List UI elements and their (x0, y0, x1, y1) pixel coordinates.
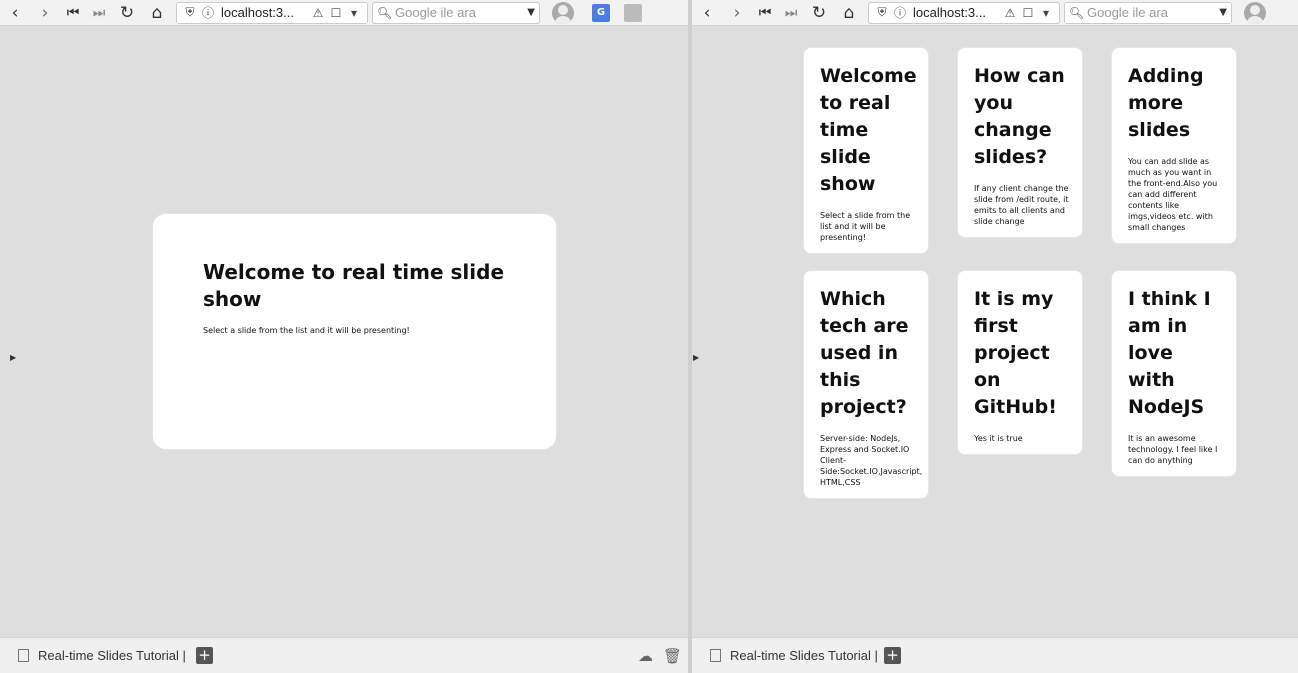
search-box[interactable]: 🔍︎ Google ile ara ▼ (1064, 1, 1232, 24)
slide-title: Welcome to real time slide show (203, 260, 505, 311)
first-page-icon[interactable]: ⏮ (60, 2, 86, 24)
page-content: ▶ Welcome to real time slide show Select… (692, 27, 1298, 637)
slide-card-text: It is an awesome technology. I feel like… (1128, 434, 1218, 465)
search-icon: 🔍︎ (1069, 5, 1085, 20)
search-input[interactable]: Google ile ara (395, 5, 527, 20)
slide-card-text: Select a slide from the list and it will… (820, 211, 911, 242)
bookmark-icon[interactable]: ☐ (327, 6, 345, 20)
left-browser-pane: ‹ › ⏮ ⏭ ↻ ⌂ ⛨ ⓘ localhost:3... ⚠ ☐ ▾ 🔍︎ … (0, 0, 688, 673)
tab-bar: Real-time Slides Tutorial | S + ☁ 🗑︎ (0, 637, 688, 673)
trash-icon[interactable]: 🗑︎ (663, 647, 682, 665)
slide-card-title: Which tech are used in this project? (820, 288, 909, 418)
document-icon (18, 649, 29, 662)
search-icon: 🔍︎ (377, 5, 393, 20)
warning-icon: ⚠ (1004, 5, 1016, 20)
search-box[interactable]: 🔍︎ Google ile ara ▼ (372, 1, 540, 24)
extension-icon[interactable] (624, 3, 642, 22)
reload-icon[interactable]: ↻ (804, 2, 834, 24)
add-tab-icon[interactable]: + (884, 647, 901, 664)
slide-card-text: If any client change the slide from /edi… (974, 184, 1069, 226)
url-text[interactable]: localhost:3... (909, 5, 1001, 20)
split-screen-window: ‹ › ⏮ ⏭ ↻ ⌂ ⛨ ⓘ localhost:3... ⚠ ☐ ▾ 🔍︎ … (0, 0, 1298, 673)
page-content: ▶ Welcome to real time slide show Select… (0, 27, 688, 637)
home-icon[interactable]: ⌂ (834, 2, 864, 24)
search-input[interactable]: Google ile ara (1087, 5, 1219, 20)
tab-title: Real-time Slides Tutorial | S (730, 648, 878, 663)
slide-card[interactable]: Which tech are used in this project? Ser… (803, 270, 929, 499)
shield-icon: ⛨ (877, 5, 887, 19)
profile-avatar-icon[interactable] (552, 1, 574, 24)
right-browser-pane: ‹ › ⏮ ⏭ ↻ ⌂ ⛨ ⓘ localhost:3... ⚠ ☐ ▾ 🔍︎ … (692, 0, 1298, 673)
forward-icon[interactable]: › (722, 2, 752, 24)
forward-icon[interactable]: › (30, 2, 60, 24)
last-page-icon[interactable]: ⏭ (86, 2, 112, 24)
back-icon[interactable]: ‹ (692, 2, 722, 24)
dropdown-icon[interactable]: ▾ (345, 6, 363, 20)
slide-card-title: Welcome to real time slide show (820, 65, 917, 195)
reload-icon[interactable]: ↻ (112, 2, 142, 24)
address-bar[interactable]: ⛨ ⓘ localhost:3... ⚠ ☐ ▾ (176, 1, 368, 24)
dropdown-icon[interactable]: ▾ (1037, 6, 1055, 20)
url-text[interactable]: localhost:3... (217, 5, 309, 20)
presenting-slide: Welcome to real time slide show Select a… (152, 213, 557, 450)
warning-icon: ⚠ (312, 5, 324, 20)
first-page-icon[interactable]: ⏮ (752, 2, 778, 24)
tab-bar: Real-time Slides Tutorial | S + (692, 637, 1298, 673)
slide-card[interactable]: Adding more slides You can add slide as … (1111, 47, 1237, 244)
cloud-icon[interactable]: ☁ (638, 647, 653, 665)
profile-avatar-icon[interactable] (1244, 1, 1266, 24)
slide-card-title: I think I am in love with NodeJS (1128, 288, 1211, 418)
browser-tab[interactable]: Real-time Slides Tutorial | S (10, 643, 190, 669)
bookmark-icon[interactable]: ☐ (1019, 6, 1037, 20)
tab-title: Real-time Slides Tutorial | S (38, 648, 190, 663)
slide-card-title: How can you change slides? (974, 65, 1065, 168)
sidebar-toggle-icon[interactable]: ▶ (10, 353, 16, 362)
document-icon (710, 649, 721, 662)
last-page-icon[interactable]: ⏭ (778, 2, 804, 24)
slide-text: Select a slide from the list and it will… (203, 326, 410, 335)
slide-card[interactable]: Welcome to real time slide show Select a… (803, 47, 929, 254)
back-icon[interactable]: ‹ (0, 2, 30, 24)
navigation-toolbar: ‹ › ⏮ ⏭ ↻ ⌂ ⛨ ⓘ localhost:3... ⚠ ☐ ▾ 🔍︎ … (0, 0, 688, 26)
slide-card[interactable]: It is my first project on GitHub! Yes it… (957, 270, 1083, 455)
chevron-down-icon[interactable]: ▼ (527, 7, 535, 18)
slide-card-title: Adding more slides (1128, 65, 1204, 141)
shield-icon: ⛨ (185, 5, 195, 19)
home-icon[interactable]: ⌂ (142, 2, 172, 24)
add-tab-icon[interactable]: + (196, 647, 213, 664)
slide-card-text: Server-side: NodeJs, Express and Socket.… (820, 434, 923, 487)
slide-card-text: Yes it is true (974, 434, 1023, 443)
navigation-toolbar: ‹ › ⏮ ⏭ ↻ ⌂ ⛨ ⓘ localhost:3... ⚠ ☐ ▾ 🔍︎ … (692, 0, 1298, 26)
info-icon[interactable]: ⓘ (199, 4, 217, 21)
info-icon[interactable]: ⓘ (891, 4, 909, 21)
slide-card-text: You can add slide as much as you want in… (1128, 157, 1218, 232)
translate-icon[interactable]: G (592, 3, 610, 22)
browser-tab[interactable]: Real-time Slides Tutorial | S (702, 643, 878, 669)
sidebar-toggle-icon[interactable]: ▶ (693, 353, 699, 362)
chevron-down-icon[interactable]: ▼ (1219, 7, 1227, 18)
slide-card[interactable]: How can you change slides? If any client… (957, 47, 1083, 238)
slide-card-title: It is my first project on GitHub! (974, 288, 1057, 418)
address-bar[interactable]: ⛨ ⓘ localhost:3... ⚠ ☐ ▾ (868, 1, 1060, 24)
slide-card[interactable]: I think I am in love with NodeJS It is a… (1111, 270, 1237, 477)
